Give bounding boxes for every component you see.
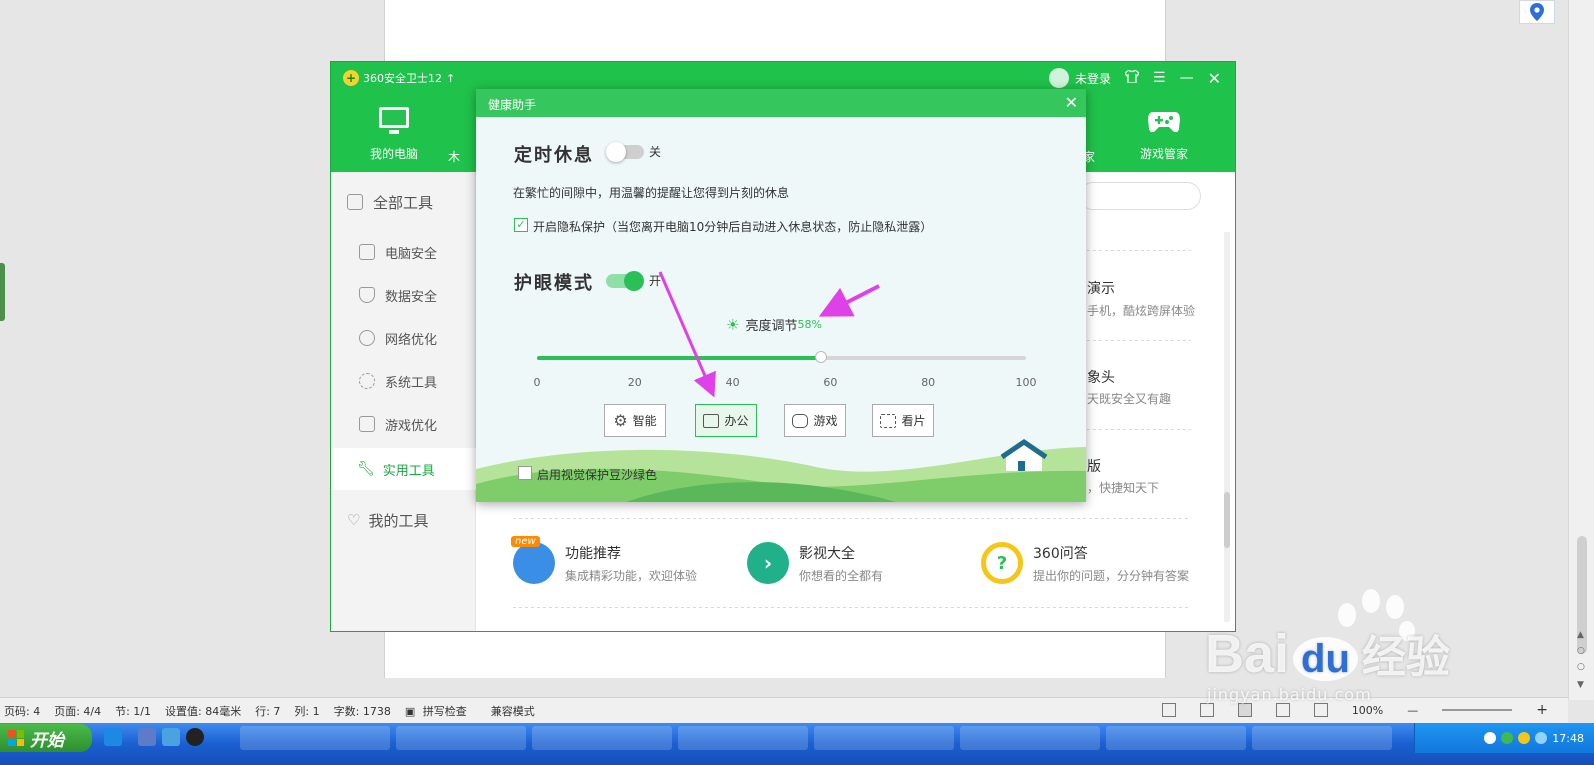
zoom-out-icon[interactable]: — [1407,704,1418,717]
windows-taskbar: 开始 17:48 [0,723,1594,765]
system-tray: 17:48 [1414,723,1594,753]
status-section: 节: 1/1 [115,704,152,718]
zoom-in-icon[interactable]: + [1536,702,1548,718]
ie-browser-icon[interactable] [104,728,122,746]
spell-check-button[interactable]: ▣ 拼写检查 [405,703,477,719]
input-method-icon[interactable] [1484,732,1497,744]
watermark-brand-cn: 经验 [1361,633,1450,682]
browser-icon[interactable] [162,728,180,746]
page-view-icon[interactable] [1237,703,1252,717]
start-button[interactable]: 开始 [0,724,92,752]
fullscreen-icon[interactable] [1161,703,1176,717]
network-icon[interactable] [1535,732,1548,744]
read-mode-icon[interactable] [1199,703,1214,717]
clock: 17:48 [1552,731,1584,745]
taskbar-window[interactable] [1252,726,1392,750]
status-row: 行: 7 [255,704,281,718]
taskbar-window[interactable] [678,726,808,750]
taskbar-window[interactable] [396,726,526,750]
watermark-url: jingyan.baidu.com [1207,685,1372,704]
web-view-icon[interactable] [1313,703,1328,717]
taskbar-window[interactable] [1106,726,1246,750]
compat-mode-label: 兼容模式 [490,704,535,718]
360-tray-icon[interactable] [1518,732,1531,744]
wechat-icon[interactable] [1501,732,1514,744]
status-word-count[interactable]: 字数: 1738 [334,703,391,719]
status-setting: 设置值: 84毫米 [165,704,242,718]
taskbar-window[interactable] [240,726,390,750]
status-col: 列: 1 [294,704,320,718]
taskbar-window[interactable] [814,726,954,750]
arrow-to-office-mode [658,271,716,398]
qq-icon[interactable] [186,728,204,746]
arrow-to-brightness [818,284,880,317]
windows-logo-icon [8,730,24,746]
taskbar-window[interactable] [960,726,1100,750]
status-page-code: 页码: 4 [4,704,41,718]
outline-view-icon[interactable] [1275,703,1290,717]
explorer-icon[interactable] [138,728,156,746]
status-pages: 页面: 4/4 [54,704,102,718]
view-controls: 100% — + [1158,702,1558,718]
zoom-level: 100% [1351,703,1384,717]
zoom-slider[interactable] [1442,709,1513,711]
taskbar-window[interactable] [532,726,672,750]
watermark-brand: Bai [1205,624,1290,684]
